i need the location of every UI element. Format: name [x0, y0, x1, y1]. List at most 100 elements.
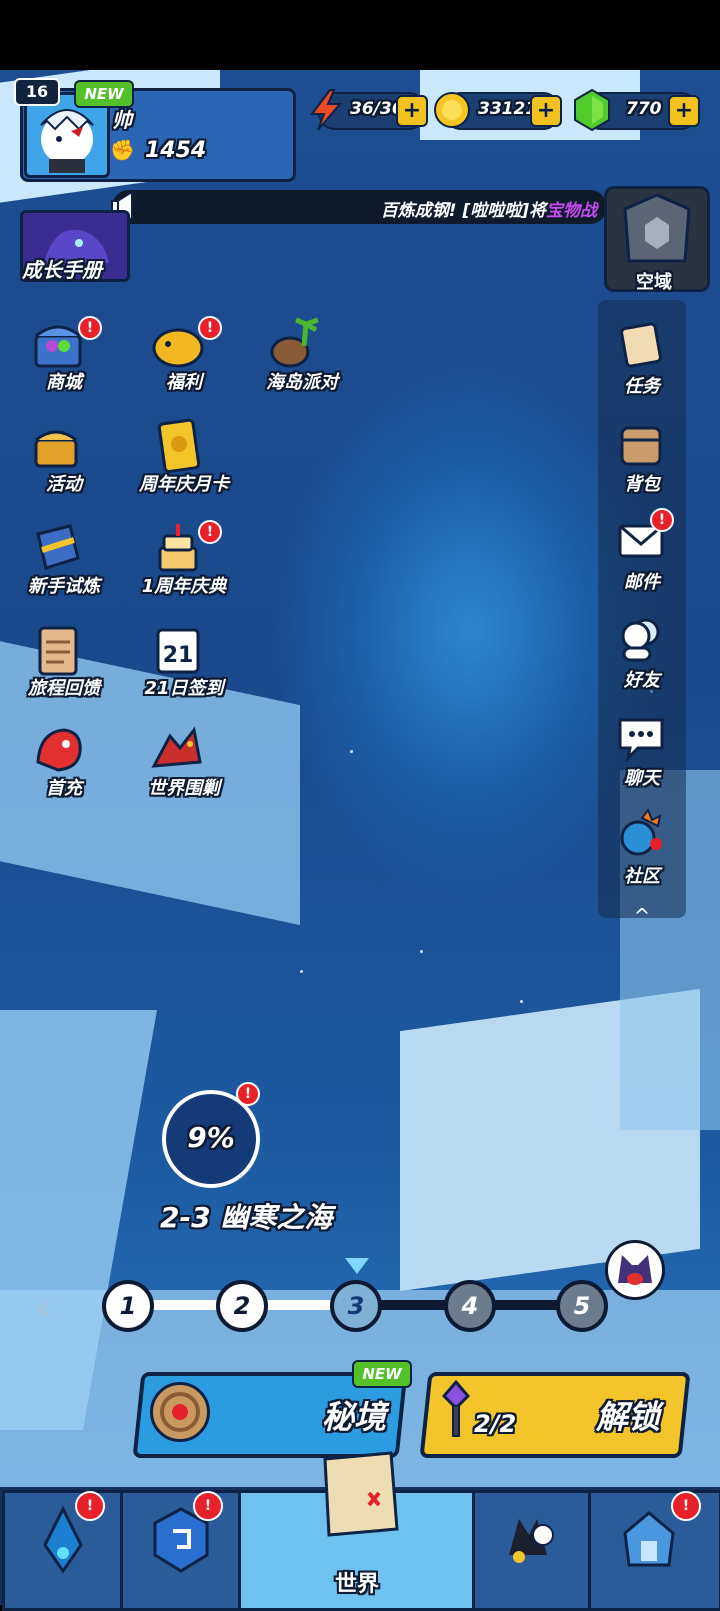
backpack-button[interactable]: 背包 [600, 416, 684, 506]
nav-tab-guild[interactable]: ! [588, 1490, 720, 1611]
wolf-boss-icon [618, 1255, 652, 1285]
notification-badge: ! [650, 508, 674, 532]
calendar-day-text: 21 [163, 643, 194, 668]
level-node-1[interactable]: 1 [102, 1280, 154, 1332]
level-node-3[interactable]: 3 [330, 1280, 382, 1332]
welfare-label: 福利 [166, 372, 202, 393]
add-stamina-button[interactable]: + [396, 95, 428, 127]
add-gems-button[interactable]: + [668, 95, 700, 127]
red-dragon-icon [36, 728, 82, 772]
community-button[interactable]: 社区 [600, 808, 684, 898]
journey-feedback-label: 旅程回馈 [28, 678, 100, 699]
events-button[interactable]: 活动 [0, 418, 100, 508]
stone-portal-icon [623, 193, 691, 263]
notification-badge: ! [198, 520, 222, 544]
player-level: 16 [14, 78, 60, 106]
gold-card-icon [157, 418, 201, 473]
first-recharge-button[interactable]: 首充 [0, 722, 100, 812]
notification-badge: ! [78, 316, 102, 340]
clipboard-icon [38, 626, 78, 676]
combat-power: 1454 [145, 138, 207, 163]
add-coins-button[interactable]: + [530, 95, 562, 127]
mail-button[interactable]: ! 邮件 [600, 508, 684, 604]
guild-house-icon [623, 1511, 675, 1567]
island-party-label: 海岛派对 [266, 372, 338, 393]
fist-power-icon: ✊ [110, 138, 135, 162]
nav-tab-rune[interactable]: ! [120, 1490, 242, 1611]
shop-button[interactable]: ! 商城 [0, 316, 102, 406]
boss-avatar[interactable] [605, 1240, 665, 1300]
notification-badge: ! [198, 316, 222, 340]
gem-display: 770 + [574, 88, 700, 132]
world-siege-label: 世界围剿 [148, 778, 220, 799]
events-label: 活动 [46, 474, 82, 495]
target-icon [150, 1382, 210, 1442]
anniversary-card-label: 周年庆月卡 [139, 474, 229, 495]
collapse-menu-button[interactable]: ^ [600, 904, 684, 928]
announcement-ticker[interactable]: 百炼成钢! [啦啦啦]将宝物战 [112, 190, 607, 224]
anniversary-celebration-label: 1周年庆典 [141, 576, 227, 597]
notification-badge: ! [236, 1082, 260, 1106]
checkin-21-button[interactable]: 21 21日签到 [120, 622, 224, 712]
nav-world-label: 世界 [335, 1572, 380, 1597]
novice-trial-button[interactable]: 新手试炼 [0, 520, 100, 610]
chat-label: 聊天 [624, 768, 660, 789]
nav-tab-crystal[interactable]: ! [2, 1490, 124, 1611]
anniversary-card-button[interactable]: 周年庆月卡 [120, 418, 229, 508]
notification-badge: ! [193, 1491, 223, 1521]
crystal-key-icon [441, 1379, 471, 1437]
current-level-marker-icon [345, 1258, 369, 1274]
new-badge: NEW [352, 1360, 412, 1388]
void-label: 空域 [636, 272, 672, 293]
notification-badge: ! [671, 1491, 701, 1521]
journey-feedback-button[interactable]: 旅程回馈 [0, 622, 100, 712]
coconut-island-icon [270, 317, 319, 368]
backpack-label: 背包 [624, 474, 660, 495]
scroll-icon [620, 322, 662, 368]
level-node-4[interactable]: 4 [444, 1280, 496, 1332]
coin-display: 33121 + [434, 92, 562, 130]
novice-trial-label: 新手试炼 [28, 576, 100, 597]
handbook-label: 成长手册 [22, 258, 102, 282]
mail-label: 邮件 [624, 572, 660, 593]
nav-tab-heroes[interactable] [472, 1490, 594, 1611]
lightning-icon [310, 89, 343, 131]
shield-sword-icon [36, 524, 80, 570]
checkin-21-label: 21日签到 [144, 678, 224, 699]
unlock-label: 解锁 [596, 1398, 661, 1436]
level-node-2[interactable]: 2 [216, 1280, 268, 1332]
friends-icon [621, 618, 660, 662]
community-label: 社区 [624, 866, 660, 887]
green-gem-icon [574, 88, 610, 132]
island-party-button[interactable]: 海岛派对 [238, 316, 338, 406]
level-node-5[interactable]: 5 [556, 1280, 608, 1332]
anniversary-celebration-button[interactable]: ! 1周年庆典 [120, 520, 226, 610]
friends-button[interactable]: 好友 [600, 612, 684, 702]
first-recharge-label: 首充 [46, 778, 82, 799]
community-icon [620, 808, 662, 856]
chat-button[interactable]: 聊天 [600, 710, 684, 800]
quest-label: 任务 [624, 376, 660, 397]
coin-value: 33121 [478, 99, 538, 119]
gold-coin-icon [434, 92, 470, 128]
treasure-map-icon [323, 1451, 399, 1537]
player-name: 帅 [112, 108, 132, 132]
world-siege-button[interactable]: 世界围剿 [120, 722, 220, 812]
stage-title: 2-3 幽寒之海 [160, 1201, 333, 1234]
stamina-display: 36/36 + [310, 89, 428, 131]
welfare-button[interactable]: ! 福利 [120, 316, 222, 406]
backpack-icon [620, 426, 662, 466]
chevron-left-icon[interactable]: ‹ [36, 1288, 66, 1328]
secret-realm-label: 秘境 [322, 1398, 387, 1436]
hero-team-icon [509, 1519, 554, 1563]
notification-badge: ! [75, 1491, 105, 1521]
calendar-icon: 21 [156, 628, 200, 674]
quest-button[interactable]: 任务 [600, 318, 684, 408]
shop-label: 商城 [46, 372, 82, 393]
ticker-text: 百炼成钢! [啦啦啦]将宝物战 [380, 201, 597, 221]
chat-icon [618, 718, 664, 763]
gem-value: 770 [626, 99, 662, 119]
key-count: 2/2 [474, 1410, 517, 1438]
gift-chest-icon [34, 430, 78, 468]
friends-label: 好友 [624, 670, 660, 691]
